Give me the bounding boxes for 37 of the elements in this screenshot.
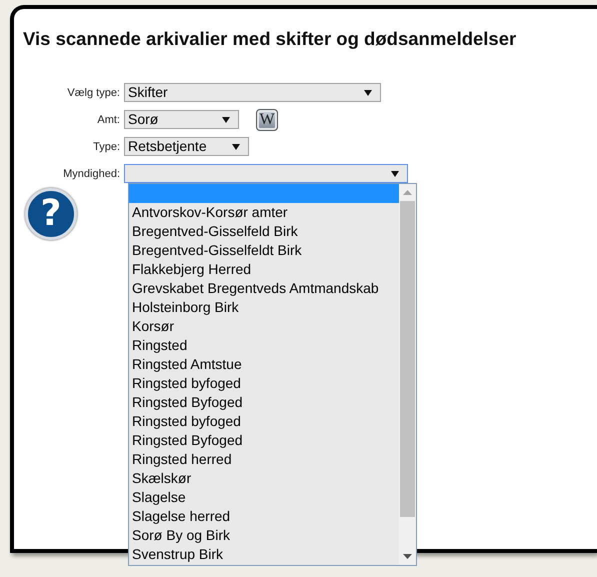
field-label: Type: (92, 140, 121, 154)
field-label: Amt: (96, 112, 121, 128)
dropdown-option[interactable]: Ringsted (129, 336, 399, 355)
dropdown-option[interactable]: Korsør (129, 317, 399, 336)
dropdown-option[interactable]: Bregentved-Gisselfeldt Birk (129, 241, 399, 260)
dropdown-option[interactable]: Antvorskov-Korsør amter (129, 203, 399, 222)
dropdown-option[interactable]: Svenstrup Birk (129, 545, 399, 564)
dropdown-option[interactable]: Ringsted Amtstue (129, 355, 399, 374)
dropdown-option[interactable]: Bregentved-Gisselfeld Birk (129, 222, 399, 241)
dropdown-option[interactable]: Holsteinborg Birk (129, 298, 399, 317)
select-field[interactable]: Sorø (124, 110, 239, 130)
scrollbar-thumb[interactable] (400, 201, 415, 517)
dropdown-option[interactable]: Ringsted byfoged (129, 374, 399, 393)
dropdown-option[interactable]: Slagelse (129, 488, 399, 507)
dropdown-option[interactable]: Ringsted Byfoged (129, 393, 399, 412)
select-field[interactable]: Skifter (124, 83, 381, 102)
caret-icon (222, 116, 230, 123)
select-field[interactable]: Retsbetjente (124, 137, 249, 156)
select-field[interactable] (124, 164, 408, 184)
field-label: Vælg type: (66, 86, 121, 100)
caret-icon (364, 90, 372, 96)
help-button[interactable]: ? (25, 188, 77, 240)
page-title: Vis scannede arkivalier med skifter og dødsanmeldelser (23, 27, 518, 51)
dropdown-option[interactable]: Ringsted herred (129, 450, 399, 469)
dropdown-option[interactable]: Skælskør (129, 469, 399, 488)
caret-icon (391, 170, 399, 177)
scrollbar[interactable] (399, 184, 416, 565)
dropdown-option[interactable]: Grevskabet Bregentveds Amtmandskab (129, 279, 399, 298)
scroll-up-icon[interactable] (403, 190, 412, 195)
wiki-button[interactable]: W (256, 108, 278, 131)
dropdown-option[interactable]: Sorø By og Birk (129, 526, 399, 545)
dropdown-option[interactable]: Ringsted byfoged (129, 412, 399, 431)
dropdown-option[interactable]: Flakkebjerg Herred (129, 260, 399, 279)
caret-icon (232, 144, 240, 150)
field-label: Myndighed: (62, 166, 121, 182)
dropdown-option[interactable]: Ringsted Byfoged (129, 431, 399, 450)
dropdown-option[interactable]: Slagelse herred (129, 507, 399, 526)
